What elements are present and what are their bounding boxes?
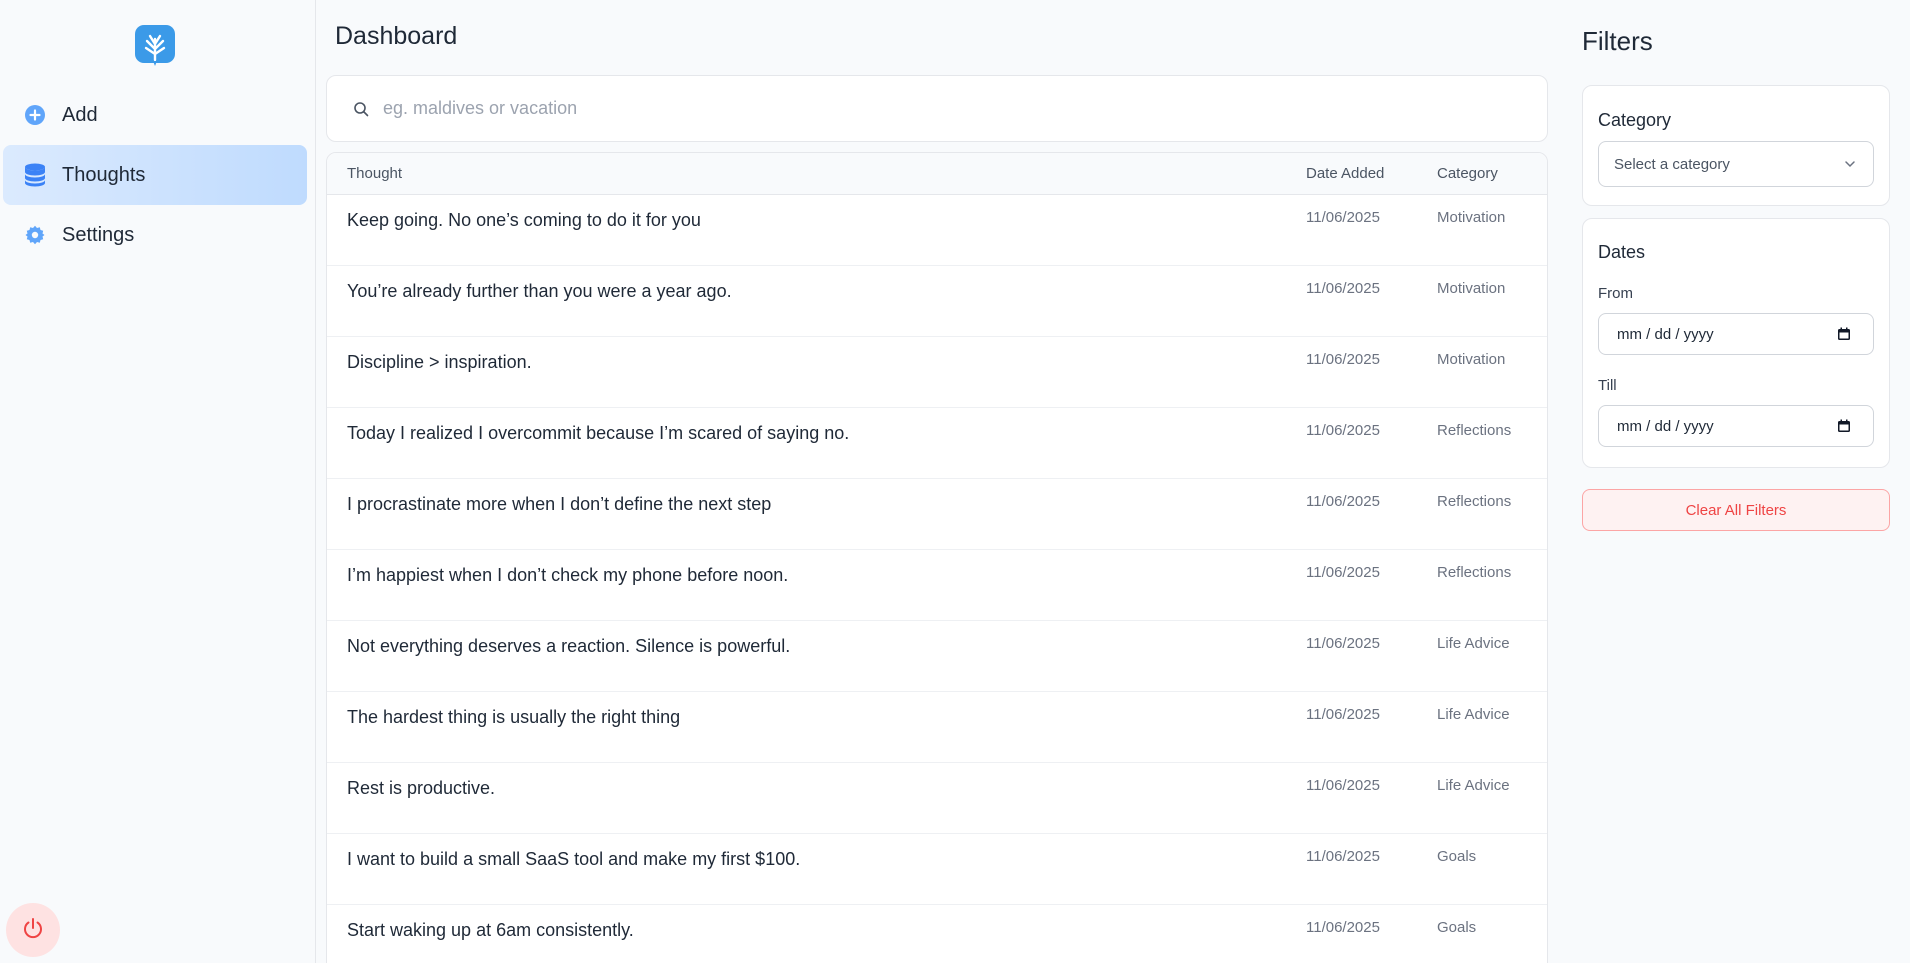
chevron-down-icon — [1843, 157, 1857, 175]
date-cell: 11/06/2025 — [1306, 493, 1380, 510]
date-cell: 11/06/2025 — [1306, 635, 1380, 652]
table-header: Thought Date Added Category — [327, 153, 1547, 195]
thought-cell: Not everything deserves a reaction. Sile… — [347, 636, 791, 656]
till-label: Till — [1598, 377, 1617, 394]
column-header-category[interactable]: Category — [1437, 165, 1498, 182]
thought-cell: Rest is productive. — [347, 778, 496, 798]
sidebar-item-add[interactable]: Add — [3, 85, 307, 145]
category-cell: Goals — [1437, 919, 1477, 936]
sidebar-item-settings[interactable]: Settings — [3, 205, 307, 265]
category-cell: Life Advice — [1437, 706, 1510, 723]
category-cell: Life Advice — [1437, 635, 1510, 652]
search-icon — [353, 101, 369, 117]
till-date-input[interactable]: mm / dd / yyyy — [1598, 405, 1874, 447]
table-body: Keep going. No one’s coming to do it for… — [327, 195, 1547, 963]
column-header-thought[interactable]: Thought — [347, 165, 402, 182]
filters-title: Filters — [1582, 26, 1653, 56]
table-row[interactable]: I procrastinate more when I don’t define… — [327, 479, 1547, 550]
thought-cell: I procrastinate more when I don’t define… — [347, 494, 772, 514]
date-cell: 11/06/2025 — [1306, 777, 1380, 794]
category-cell: Life Advice — [1437, 777, 1510, 794]
table-row[interactable]: Discipline > inspiration. 11/06/2025 Motiv… — [327, 337, 1547, 408]
category-filter-card: Category Select a category — [1582, 85, 1890, 206]
category-cell: Reflections — [1437, 422, 1512, 439]
table-row[interactable]: Not everything deserves a reaction. Sile… — [327, 621, 1547, 692]
table-row[interactable]: Keep going. No one’s coming to do it for… — [327, 195, 1547, 266]
date-cell: 11/06/2025 — [1306, 564, 1380, 581]
sidebar-item-label: Settings — [62, 223, 135, 246]
column-header-date-added[interactable]: Date Added — [1306, 165, 1384, 182]
table-row[interactable]: The hardest thing is usually the right t… — [327, 692, 1547, 763]
clear-all-filters-button[interactable]: Clear All Filters — [1582, 489, 1890, 531]
logout-button[interactable] — [6, 903, 60, 957]
date-cell: 11/06/2025 — [1306, 280, 1380, 297]
dates-filter-card: Dates From mm / dd / yyyy Till mm / dd /… — [1582, 218, 1890, 468]
calendar-icon[interactable] — [1837, 419, 1851, 437]
from-date-value: mm / dd / yyyy — [1617, 325, 1714, 343]
category-cell: Reflections — [1437, 564, 1512, 581]
power-icon — [21, 916, 45, 945]
plus-circle-icon — [24, 104, 46, 126]
table-row[interactable]: I’m happiest when I don’t check my phone… — [327, 550, 1547, 621]
table-row[interactable]: I want to build a small SaaS tool and ma… — [327, 834, 1547, 905]
date-cell: 11/06/2025 — [1306, 351, 1380, 368]
thought-cell: I’m happiest when I don’t check my phone… — [347, 565, 789, 585]
date-cell: 11/06/2025 — [1306, 209, 1380, 226]
main-content: Dashboard Thought Date Added Category Ke… — [317, 0, 1548, 963]
thought-cell: Start waking up at 6am consistently. — [347, 920, 634, 940]
thought-cell: Discipline > inspiration. — [347, 352, 532, 372]
database-icon — [24, 163, 46, 187]
thought-cell: I want to build a small SaaS tool and ma… — [347, 849, 801, 869]
table-row[interactable]: Today I realized I overcommit because I’… — [327, 408, 1547, 479]
dates-label: Dates — [1598, 242, 1646, 262]
search-bar[interactable] — [326, 75, 1548, 142]
category-cell: Motivation — [1437, 351, 1506, 368]
from-label: From — [1598, 285, 1633, 302]
thoughts-table: Thought Date Added Category Keep going. … — [326, 152, 1548, 963]
filters-panel: Filters Category Select a category Dates… — [1582, 0, 1892, 963]
till-date-value: mm / dd / yyyy — [1617, 417, 1714, 435]
sidebar-item-label: Add — [62, 103, 98, 126]
category-label: Category — [1598, 110, 1672, 130]
category-cell: Goals — [1437, 848, 1477, 865]
category-select[interactable]: Select a category — [1598, 141, 1874, 187]
thought-cell: You’re already further than you were a y… — [347, 281, 732, 301]
gear-icon — [24, 224, 46, 246]
sidebar-item-thoughts[interactable]: Thoughts — [3, 145, 307, 205]
thought-cell: The hardest thing is usually the right t… — [347, 707, 681, 727]
category-cell: Motivation — [1437, 280, 1506, 297]
category-cell: Motivation — [1437, 209, 1506, 226]
sidebar-item-label: Thoughts — [62, 163, 146, 186]
search-input[interactable] — [383, 98, 1547, 119]
date-cell: 11/06/2025 — [1306, 919, 1380, 936]
category-select-placeholder: Select a category — [1614, 155, 1730, 173]
calendar-icon[interactable] — [1837, 327, 1851, 345]
table-row[interactable]: Rest is productive. 11/06/2025 Life Advice — [327, 763, 1547, 834]
date-cell: 11/06/2025 — [1306, 422, 1380, 439]
date-cell: 11/06/2025 — [1306, 848, 1380, 865]
date-cell: 11/06/2025 — [1306, 706, 1380, 723]
page-title: Dashboard — [335, 22, 458, 50]
table-row[interactable]: You’re already further than you were a y… — [327, 266, 1547, 337]
table-row[interactable]: Start waking up at 6am consistently. 11/0… — [327, 905, 1547, 963]
thought-cell: Keep going. No one’s coming to do it for… — [347, 210, 701, 230]
sidebar: Add Thoughts Settings — [0, 0, 316, 963]
thought-cell: Today I realized I overcommit because I’… — [347, 423, 850, 443]
tree-logo-icon[interactable] — [135, 25, 175, 67]
from-date-input[interactable]: mm / dd / yyyy — [1598, 313, 1874, 355]
category-cell: Reflections — [1437, 493, 1512, 510]
